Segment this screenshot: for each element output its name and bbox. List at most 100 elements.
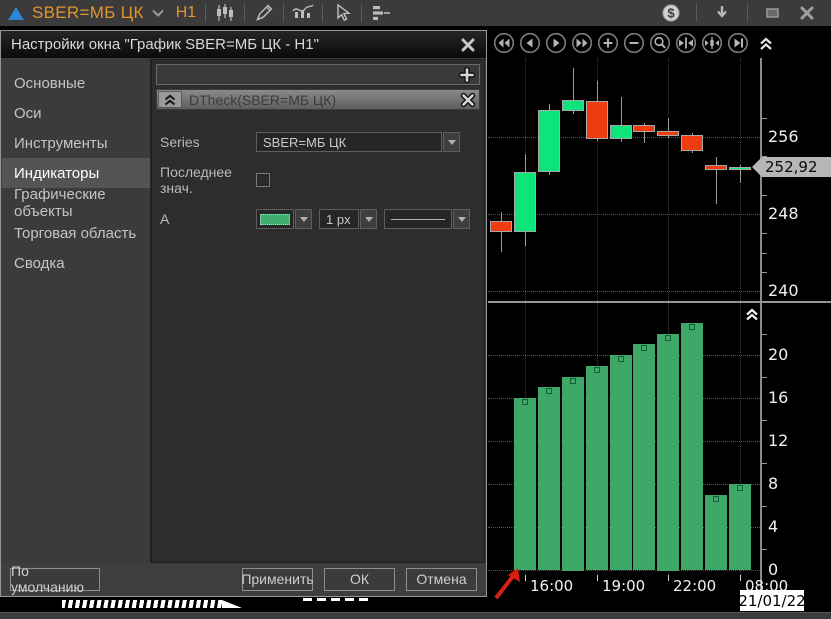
candle [729, 167, 751, 170]
value-minor-tick [762, 506, 767, 507]
ticker-symbol[interactable]: SBER=МБ ЦК [32, 3, 144, 23]
remove-indicator-button[interactable] [460, 92, 476, 108]
line-width-value[interactable]: 1 px [319, 209, 359, 229]
ok-button[interactable]: ОК [324, 568, 395, 591]
volume-bar [562, 377, 584, 571]
candle [681, 135, 703, 151]
draw-pencil-button[interactable] [250, 1, 278, 25]
bar-value-marker [641, 345, 647, 351]
bar-value-marker [546, 388, 552, 394]
dollar-coin-button[interactable]: $ [657, 1, 685, 25]
last-value-checkbox[interactable] [256, 173, 270, 187]
timeframe-label[interactable]: H1 [176, 4, 196, 22]
volume-bar [681, 323, 703, 570]
color-dropdown-icon[interactable] [295, 209, 312, 229]
svg-text:$: $ [667, 6, 675, 21]
dialog-sidebar: Основные Оси Инструменты Индикаторы Граф… [2, 59, 151, 563]
sidebar-item-trading-area[interactable]: Торговая область [2, 218, 150, 248]
app-toolbar: SBER=МБ ЦК H1 $ [0, 0, 831, 28]
background-window-strip [0, 597, 487, 612]
candle [610, 125, 632, 139]
zoom-in-button[interactable] [596, 31, 620, 55]
toolbar-separator [361, 4, 362, 22]
line-width-combo[interactable]: 1 px [319, 209, 377, 229]
chart-panel[interactable]: 256248240252,92 201612840 16:0019:0022:0… [488, 28, 831, 612]
toolbar-separator [322, 4, 323, 22]
time-tick-label: 22:00 [673, 577, 716, 595]
price-tick-label: 248 [768, 204, 799, 223]
indicator-chart-button[interactable] [289, 1, 317, 25]
cancel-button[interactable]: Отмена [406, 568, 477, 591]
candle [705, 165, 727, 170]
price-tick-label: 240 [768, 281, 799, 300]
fast-forward-button[interactable] [570, 31, 594, 55]
indicator-header[interactable]: DTheck(SBER=МБ ЦК) [156, 89, 480, 110]
style-dropdown-icon[interactable] [453, 209, 470, 229]
last-value-row: Последнее знач. [160, 164, 476, 196]
dialog-titlebar[interactable]: Настройки окна "График SBER=МБ ЦК - H1" [1, 31, 486, 58]
go-to-end-button[interactable] [726, 31, 750, 55]
candle-plot[interactable] [488, 58, 760, 301]
price-tick-label: 256 [768, 127, 799, 146]
toolbar-separator [244, 4, 245, 22]
collapse-pane-icon[interactable] [744, 306, 760, 327]
time-tick-mark [668, 575, 669, 581]
time-tick-label: 16:00 [530, 577, 573, 595]
date-label: 21/01/22 [740, 590, 804, 611]
value-tick-label: 20 [768, 345, 788, 364]
dialog-title: Настройки окна "График SBER=МБ ЦК - H1" [11, 36, 319, 53]
sidebar-item-indicators[interactable]: Индикаторы [2, 158, 150, 188]
collapse-toolbar-icon[interactable] [754, 31, 778, 55]
dialog-footer: По умолчанию Применить ОК Отмена [2, 563, 485, 595]
sidebar-item-summary[interactable]: Сводка [2, 248, 150, 278]
ticker-dropdown-icon[interactable] [144, 1, 172, 25]
volume-bar [633, 344, 655, 570]
app-logo-icon [8, 7, 24, 20]
add-indicator-button[interactable] [456, 66, 478, 83]
width-dropdown-icon[interactable] [360, 209, 377, 229]
fit-candles-button[interactable] [700, 31, 724, 55]
line-style-combo[interactable] [384, 209, 470, 229]
order-levels-button[interactable] [367, 1, 395, 25]
series-value[interactable]: SBER=МБ ЦК [256, 132, 442, 152]
value-minor-tick [762, 463, 767, 464]
line-color-combo[interactable] [256, 209, 312, 229]
candlestick-chart-button[interactable] [211, 1, 239, 25]
indicator-plot[interactable] [488, 303, 760, 575]
restore-window-button[interactable] [759, 1, 787, 25]
cursor-button[interactable] [328, 1, 356, 25]
series-combo[interactable]: SBER=МБ ЦК [256, 132, 460, 152]
sidebar-item-main[interactable]: Основные [2, 68, 150, 98]
sidebar-item-instruments[interactable]: Инструменты [2, 128, 150, 158]
bar-value-marker [594, 367, 600, 373]
rewind-start-button[interactable] [492, 31, 516, 55]
step-back-button[interactable] [518, 31, 542, 55]
zoom-area-button[interactable] [648, 31, 672, 55]
collapse-indicator-icon[interactable] [158, 91, 182, 108]
compress-horizontal-button[interactable] [674, 31, 698, 55]
volume-bar [657, 334, 679, 571]
apply-button[interactable]: Применить [242, 568, 313, 591]
zoom-out-button[interactable] [622, 31, 646, 55]
indicator-axis[interactable]: 201612840 [762, 303, 831, 575]
indicator-title: DTheck(SBER=МБ ЦК) [189, 92, 336, 108]
candle-wick [501, 212, 502, 252]
step-forward-button[interactable] [544, 31, 568, 55]
clipped-window-text [62, 600, 222, 608]
dialog-close-icon[interactable] [460, 38, 476, 52]
price-axis[interactable]: 256248240252,92 [762, 58, 831, 301]
candle [490, 221, 512, 232]
value-tick-label: 12 [768, 431, 788, 450]
color-swatch[interactable] [260, 214, 290, 225]
sidebar-item-graphic-objects[interactable]: Графические объекты [2, 188, 150, 218]
download-arrow-button[interactable] [708, 1, 736, 25]
default-button[interactable]: По умолчанию [10, 568, 100, 591]
series-dropdown-icon[interactable] [443, 132, 460, 152]
value-minor-tick [762, 377, 767, 378]
close-window-button[interactable] [793, 1, 821, 25]
volume-bar [538, 387, 560, 570]
clipped-window-text [222, 600, 242, 608]
volume-bar [586, 366, 608, 570]
sidebar-item-axes[interactable]: Оси [2, 98, 150, 128]
toolbar-separator [205, 4, 206, 22]
